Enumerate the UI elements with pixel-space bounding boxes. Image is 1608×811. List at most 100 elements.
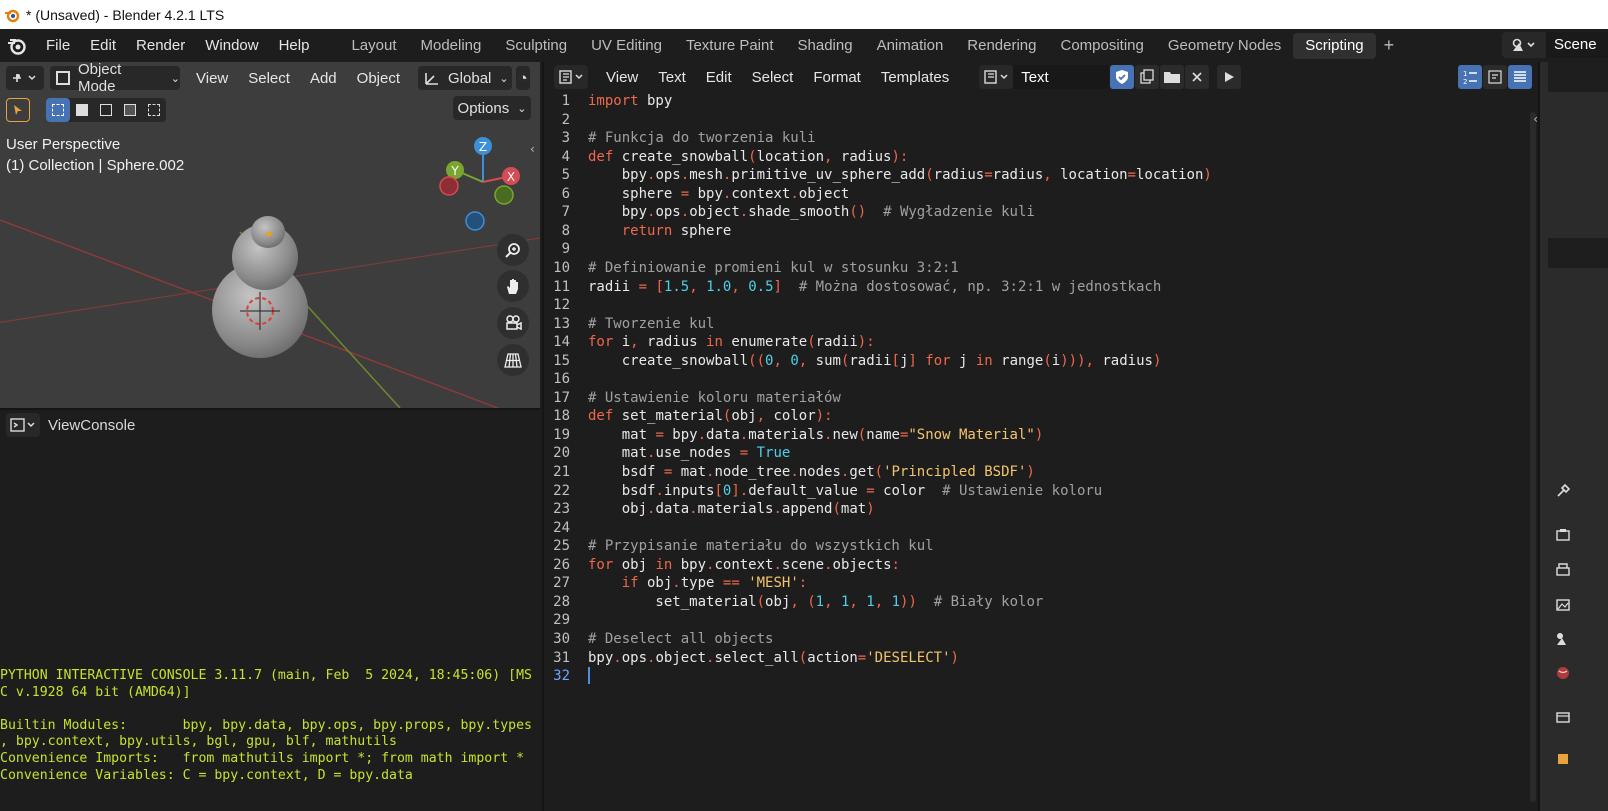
code-line[interactable]: 10 # Definiowanie promieni kul w stosunku… [544,259,959,278]
pivot-icon[interactable]: ◔ [516,66,531,90]
render-properties-icon[interactable] [1552,524,1574,546]
add-workspace-button[interactable]: + [1376,35,1403,56]
code-line[interactable]: 12 [544,296,570,315]
python-console[interactable]: View Console PYTHON INTERACTIVE CONSOLE 3… [0,408,540,811]
navigation-gizmo[interactable]: Z Y X [430,132,530,232]
text-menu-select[interactable]: Select [742,69,804,86]
code-line[interactable]: 11 radii = [1.5, 1.0, 0.5] # Można dostos… [544,278,1161,297]
code-line[interactable]: 2 [544,111,570,130]
code-line[interactable]: 18 def set_material(obj, color): [544,407,832,426]
object-properties-icon[interactable] [1552,748,1574,770]
text-menu-templates[interactable]: Templates [871,69,959,86]
select-new-icon[interactable] [46,98,70,122]
transform-orientation-dropdown[interactable]: Global ⌄ [418,66,513,90]
console-menu-console[interactable]: Console [80,417,135,434]
tab-rendering[interactable]: Rendering [955,33,1048,59]
scene-name[interactable]: Scene [1546,32,1608,58]
code-line[interactable]: 4 def create_snowball(location, radius): [544,148,909,167]
viewport-menu-select[interactable]: Select [238,70,300,87]
code-area[interactable]: 1 import bpy 2 3 # Funkcja do tworzenia kuli… [544,92,1540,811]
viewport-menu-object[interactable]: Object [347,70,410,87]
code-line[interactable]: 29 [544,611,570,630]
properties-strip[interactable] [1538,62,1608,811]
editor-type-icon[interactable] [6,66,44,90]
menu-window[interactable]: Window [195,32,268,60]
tab-compositing[interactable]: Compositing [1049,33,1156,59]
world-properties-icon[interactable] [1552,662,1574,684]
scene-icon[interactable] [1502,32,1546,58]
line-numbers-toggle-icon[interactable]: 12 [1458,65,1482,89]
menu-file[interactable]: File [36,32,80,60]
code-line[interactable]: 22 bsdf.inputs[0].default_value = color … [544,482,1102,501]
fake-user-shield-icon[interactable] [1110,65,1135,89]
tab-animation[interactable]: Animation [865,33,956,59]
text-menu-format[interactable]: Format [803,69,871,86]
code-line[interactable]: 3 # Funkcja do tworzenia kuli [544,129,816,148]
camera-view-icon[interactable] [497,307,529,339]
perspective-grid-icon[interactable] [497,344,529,376]
text-menu-view[interactable]: View [596,69,648,86]
code-line[interactable]: 32 [544,667,570,686]
code-line[interactable]: 26 for obj in bpy.context.scene.objects: [544,556,900,575]
tab-modeling[interactable]: Modeling [409,33,494,59]
code-line[interactable]: 9 [544,240,570,259]
code-line[interactable]: 16 [544,370,570,389]
options-dropdown[interactable]: Options ⌄ [453,96,531,120]
select-intersect-icon[interactable] [142,98,166,122]
open-folder-icon[interactable] [1160,65,1185,89]
tab-texture-paint[interactable]: Texture Paint [674,33,786,59]
text-menu-text[interactable]: Text [648,69,696,86]
code-line[interactable]: 8 return sphere [544,222,732,241]
tool-settings-icon[interactable] [1552,480,1574,502]
text-editor[interactable]: View Text Edit Select Format Templates Text 1… [542,62,1540,811]
blender-menu-icon[interactable] [6,35,28,57]
syntax-highlight-toggle-icon[interactable] [1508,65,1532,89]
code-line[interactable]: 17 # Ustawienie koloru materiałów [544,389,841,408]
tab-shading[interactable]: Shading [786,33,865,59]
text-menu-edit[interactable]: Edit [696,69,742,86]
3d-viewport[interactable]: Object Mode ⌄ View Select Add Object Global… [0,62,540,408]
select-subtract-icon[interactable] [94,98,118,122]
code-line[interactable]: 6 sphere = bpy.context.object [544,185,850,204]
menu-help[interactable]: Help [269,32,320,60]
select-tool-icon[interactable] [6,98,30,122]
run-script-icon[interactable] [1217,65,1242,89]
new-text-icon[interactable] [1135,65,1160,89]
menu-render[interactable]: Render [126,32,195,60]
view-layer-icon[interactable] [1552,594,1574,616]
tab-scripting[interactable]: Scripting [1293,32,1376,59]
scene-properties-icon[interactable] [1552,628,1574,650]
code-line[interactable]: 20 mat.use_nodes = True [544,444,790,463]
scene-selector[interactable]: Scene [1502,32,1608,58]
viewport-menu-view[interactable]: View [186,70,238,87]
editor-scrollbar[interactable] [1530,112,1536,802]
code-line[interactable]: 21 bsdf = mat.node_tree.nodes.get('Princ… [544,463,1035,482]
code-line[interactable]: 25 # Przypisanie materiału do wszystkich … [544,537,933,556]
tab-layout[interactable]: Layout [339,33,408,59]
code-line[interactable]: 19 mat = bpy.data.materials.new(name="Sn… [544,426,1043,445]
console-editor-type-icon[interactable] [6,413,40,437]
unlink-text-close-icon[interactable] [1185,65,1210,89]
browse-text-icon[interactable] [979,65,1014,89]
output-properties-icon[interactable] [1552,559,1574,581]
code-line[interactable]: 13 # Tworzenie kul [544,315,714,334]
tab-sculpting[interactable]: Sculpting [493,33,579,59]
menu-edit[interactable]: Edit [80,32,126,60]
code-line[interactable]: 27 if obj.type == 'MESH': [544,574,807,593]
code-line[interactable]: 31 bpy.ops.object.select_all(action='DESE… [544,649,959,668]
code-line[interactable]: 23 obj.data.materials.append(mat) [544,500,875,519]
tab-uv-editing[interactable]: UV Editing [579,33,674,59]
code-line[interactable]: 5 bpy.ops.mesh.primitive_uv_sphere_add(r… [544,166,1212,185]
code-line[interactable]: 15 create_snowball((0, 0, sum(radii[j] f… [544,352,1161,371]
select-extend-icon[interactable] [70,98,94,122]
select-invert-icon[interactable] [118,98,142,122]
console-menu-view[interactable]: View [48,417,80,434]
collection-properties-icon[interactable] [1552,706,1574,728]
tab-geometry-nodes[interactable]: Geometry Nodes [1156,33,1293,59]
console-output[interactable]: PYTHON INTERACTIVE CONSOLE 3.11.7 (main,… [0,668,540,784]
zoom-icon[interactable] [497,234,529,266]
sidebar-toggle-icon[interactable]: ‹ [530,142,535,156]
code-line[interactable]: 30 # Deselect all objects [544,630,773,649]
code-line[interactable]: 1 import bpy [544,92,673,111]
text-editor-type-icon[interactable] [554,65,588,89]
